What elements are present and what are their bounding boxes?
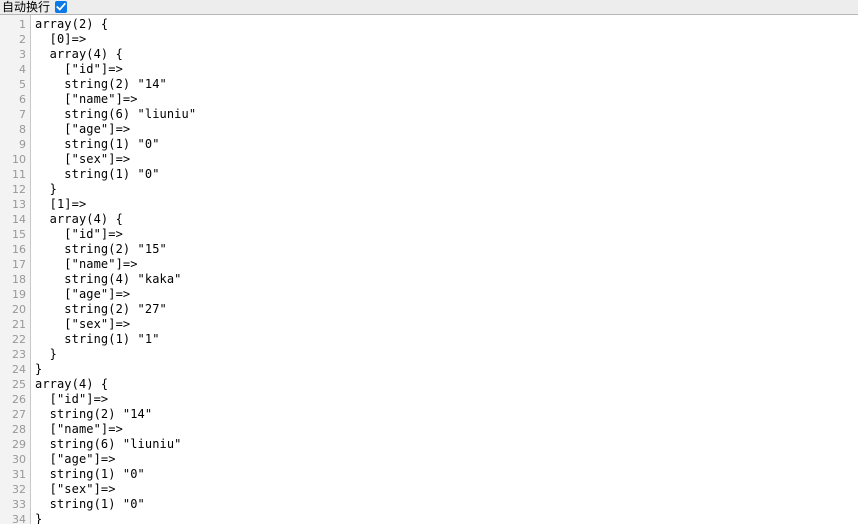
- line-number: 23: [12, 348, 26, 361]
- code-line[interactable]: string(1) "0": [35, 467, 858, 482]
- code-line[interactable]: ["name"]=>: [35, 92, 858, 107]
- code-line[interactable]: [0]=>: [35, 32, 858, 47]
- code-line[interactable]: array(4) {: [35, 377, 858, 392]
- line-number: 8: [19, 123, 26, 136]
- line-number: 28: [12, 423, 26, 436]
- code-line[interactable]: string(4) "kaka": [35, 272, 858, 287]
- line-number: 11: [12, 168, 26, 181]
- line-number: 20: [12, 303, 26, 316]
- code-line[interactable]: array(4) {: [35, 212, 858, 227]
- line-number: 12: [12, 183, 26, 196]
- line-number: 3: [19, 48, 26, 61]
- code-line[interactable]: string(1) "0": [35, 137, 858, 152]
- line-number: 24: [12, 363, 26, 376]
- code-line[interactable]: string(2) "14": [35, 407, 858, 422]
- code-line[interactable]: }: [35, 182, 858, 197]
- word-wrap-label: 自动换行: [2, 0, 51, 14]
- code-line[interactable]: ["age"]=>: [35, 287, 858, 302]
- code-line[interactable]: }: [35, 512, 858, 524]
- code-line[interactable]: [1]=>: [35, 197, 858, 212]
- line-number: 16: [12, 243, 26, 256]
- word-wrap-checkbox[interactable]: [55, 1, 68, 13]
- code-line[interactable]: }: [35, 362, 858, 377]
- line-number: 32: [12, 483, 26, 496]
- code-line[interactable]: array(2) {: [35, 17, 858, 32]
- toolbar: 自动换行: [0, 0, 858, 15]
- checkmark-icon: [56, 2, 66, 11]
- code-line[interactable]: }: [35, 347, 858, 362]
- line-number: 31: [12, 468, 26, 481]
- code-line[interactable]: ["name"]=>: [35, 422, 858, 437]
- code-line[interactable]: string(2) "15": [35, 242, 858, 257]
- line-number: 22: [12, 333, 26, 346]
- code-line[interactable]: string(1) "1": [35, 332, 858, 347]
- code-line[interactable]: ["id"]=>: [35, 392, 858, 407]
- line-number: 30: [12, 453, 26, 466]
- line-number: 33: [12, 498, 26, 511]
- code-line[interactable]: string(2) "14": [35, 77, 858, 92]
- code-line[interactable]: ["name"]=>: [35, 257, 858, 272]
- code-line[interactable]: string(6) "liuniu": [35, 107, 858, 122]
- line-number: 17: [12, 258, 26, 271]
- code-line[interactable]: string(6) "liuniu": [35, 437, 858, 452]
- line-number: 15: [12, 228, 26, 241]
- code-line[interactable]: ["age"]=>: [35, 122, 858, 137]
- code-line[interactable]: string(1) "0": [35, 167, 858, 182]
- code-line[interactable]: ["id"]=>: [35, 227, 858, 242]
- line-number: 25: [12, 378, 26, 391]
- line-number: 13: [12, 198, 26, 211]
- line-number: 29: [12, 438, 26, 451]
- line-number: 7: [19, 108, 26, 121]
- line-number: 4: [19, 63, 26, 76]
- code-line[interactable]: ["age"]=>: [35, 452, 858, 467]
- line-number: 21: [12, 318, 26, 331]
- line-number: 5: [19, 78, 26, 91]
- line-number: 27: [12, 408, 26, 421]
- code-line[interactable]: string(1) "0": [35, 497, 858, 512]
- line-number: 19: [12, 288, 26, 301]
- code-viewer[interactable]: 1 2 3 4 5 6 7 8 9 10 11 12 13 14 15 16 17 18 19 20 21 22 23 24 2…: [0, 15, 858, 524]
- line-number-gutter: 1 2 3 4 5 6 7 8 9 10 11 12 13 14 15 16 17 18 19 20 21 22 23 24 2…: [0, 15, 31, 524]
- line-number: 14: [12, 213, 26, 226]
- code-content[interactable]: array(2) { [0]=> array(4) { ["id"]=> str…: [31, 15, 858, 524]
- code-line[interactable]: ["sex"]=>: [35, 482, 858, 497]
- code-line[interactable]: array(4) {: [35, 47, 858, 62]
- line-number: 18: [12, 273, 26, 286]
- line-number: 34: [12, 513, 26, 524]
- line-number: 2: [19, 33, 26, 46]
- line-number: 1: [19, 18, 26, 31]
- code-line[interactable]: ["sex"]=>: [35, 317, 858, 332]
- code-line[interactable]: string(2) "27": [35, 302, 858, 317]
- line-number: 6: [19, 93, 26, 106]
- line-number: 9: [19, 138, 26, 151]
- line-number: 10: [12, 153, 26, 166]
- code-line[interactable]: ["id"]=>: [35, 62, 858, 77]
- line-number: 26: [12, 393, 26, 406]
- code-line[interactable]: ["sex"]=>: [35, 152, 858, 167]
